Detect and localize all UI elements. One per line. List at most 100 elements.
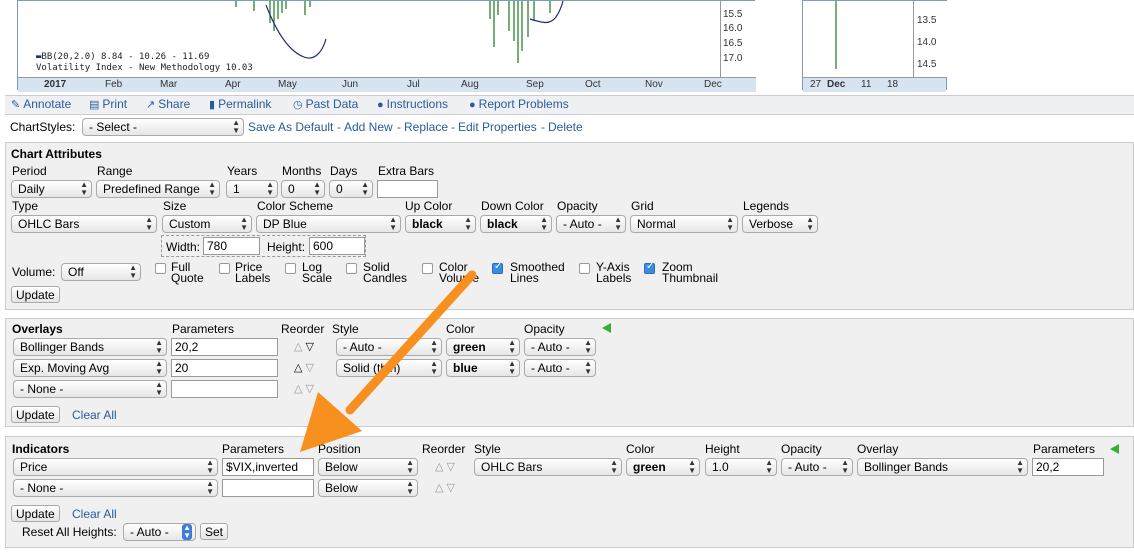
color-scheme-select[interactable]: DP Blue ▲ ▼ — [256, 215, 401, 233]
x-axis: 2017 Feb Mar Apr May Jun Jul Aug Sep Oct… — [18, 77, 756, 92]
overlay-color-select[interactable]: green ▲ ▼ — [446, 338, 520, 356]
grid-select[interactable]: Normal ▲ ▼ — [630, 215, 738, 233]
reset-heights-select[interactable]: - Auto - ▲ ▼ — [123, 523, 196, 541]
height-input[interactable]: 600 — [309, 237, 365, 255]
reorder-arrows[interactable]: △ ▽ — [294, 382, 314, 395]
overlay-opacity-select[interactable]: - Auto - ▲ ▼ — [524, 359, 596, 377]
collapse-triangle-icon[interactable] — [1110, 444, 1119, 454]
indicator-params-input[interactable] — [222, 479, 314, 497]
select-arrows-icon: ▲ ▼ — [540, 215, 548, 232]
overlay-style-select[interactable]: Solid (thin) ▲ ▼ — [336, 359, 442, 377]
indicator-overlay-parameters-label: Parameters — [1033, 442, 1096, 456]
months-label: Months — [282, 164, 322, 178]
range-select[interactable]: Predefined Range ▲ ▼ — [96, 180, 220, 198]
reorder-arrows[interactable]: △ ▽ — [294, 361, 314, 374]
select-arrows-icon: ▲ ▼ — [614, 215, 622, 232]
select-arrows-icon: ▲ ▼ — [182, 523, 192, 540]
indicator-overlay-params-input[interactable]: 20,2 — [1032, 458, 1104, 476]
select-arrows-icon: ▲ ▼ — [406, 458, 414, 475]
indicator-opacity-select[interactable]: - Auto - ▲ ▼ — [781, 458, 853, 476]
reorder-arrows[interactable]: △ ▽ — [435, 460, 455, 473]
indicator-color-select[interactable]: green ▲ ▼ — [626, 458, 700, 476]
indicator-select[interactable]: - None - ▲ ▼ — [13, 479, 218, 497]
width-input[interactable]: 780 — [203, 237, 260, 255]
chartstyles-label: ChartStyles: — [10, 120, 76, 134]
indicators-update-button[interactable]: Update — [11, 505, 60, 522]
size-select[interactable]: Custom ▲ ▼ — [162, 215, 252, 233]
y-axis-labels-checkbox[interactable] — [579, 263, 590, 274]
full-quote-checkbox[interactable] — [155, 263, 166, 274]
help-icon: ● — [469, 99, 476, 111]
edit-properties-link[interactable]: Edit Properties — [458, 120, 537, 134]
extra-bars-label: Extra Bars — [378, 164, 435, 178]
period-label: Period — [12, 164, 47, 178]
report-problems-link[interactable]: ● Report Problems — [469, 97, 569, 111]
solid-candles-checkbox[interactable] — [346, 263, 357, 274]
indicator-style-select[interactable]: OHLC Bars ▲ ▼ — [474, 458, 622, 476]
opacity-select[interactable]: - Auto - ▲ ▼ — [556, 215, 626, 233]
annotate-link[interactable]: ✎ Annotate — [11, 97, 71, 111]
overlay-params-input[interactable]: 20,2 — [171, 338, 278, 356]
indicator-params-input[interactable]: $VIX,inverted — [222, 458, 314, 476]
replace-link[interactable]: Replace — [404, 120, 448, 134]
volume-select[interactable]: Off ▲ ▼ — [61, 263, 141, 281]
down-color-select[interactable]: black ▲ ▼ — [480, 215, 552, 233]
set-button[interactable]: Set — [200, 523, 229, 540]
years-label: Years — [227, 164, 258, 178]
indicator-height-select[interactable]: 1.0 ▲ ▼ — [705, 458, 777, 476]
overlay-style-select[interactable]: - Auto - ▲ ▼ — [336, 338, 442, 356]
select-arrows-icon: ▲ ▼ — [1016, 458, 1024, 475]
log-scale-checkbox[interactable] — [285, 263, 296, 274]
select-arrows-icon: ▲ ▼ — [430, 338, 438, 355]
color-volume-checkbox[interactable] — [422, 263, 433, 274]
smoothed-lines-checkbox[interactable] — [492, 261, 503, 274]
overlay-select[interactable]: - None - ▲ ▼ — [13, 380, 167, 398]
share-link[interactable]: ↗ Share — [146, 97, 190, 111]
overlay-opacity-select[interactable]: - Auto - ▲ ▼ — [524, 338, 596, 356]
indicators-clear-all-link[interactable]: Clear All — [72, 507, 117, 521]
y-tick: 17.0 — [723, 53, 743, 64]
delete-link[interactable]: Delete — [548, 120, 583, 134]
chartstyles-select[interactable]: - Select - ▲ ▼ — [82, 118, 244, 136]
indicator-height-label: Height — [705, 442, 740, 456]
overlays-clear-all-link[interactable]: Clear All — [72, 408, 117, 422]
x-tick: Jun — [342, 79, 359, 90]
zoom-thumbnail-checkbox[interactable] — [644, 261, 655, 274]
select-arrows-icon: ▲ ▼ — [584, 359, 592, 376]
reorder-arrows[interactable]: △ ▽ — [435, 481, 455, 494]
instructions-link[interactable]: ● Instructions — [377, 97, 448, 111]
bollinger-band-line — [265, 4, 327, 59]
indicator-select[interactable]: Price ▲ ▼ — [13, 458, 218, 476]
overlay-color-select[interactable]: blue ▲ ▼ — [446, 359, 520, 377]
overlay-params-input[interactable] — [171, 380, 278, 398]
price-labels-checkbox[interactable] — [219, 263, 230, 274]
x-tick: Oct — [585, 79, 601, 90]
attributes-update-button[interactable]: Update — [11, 286, 60, 303]
overlay-select[interactable]: Bollinger Bands ▲ ▼ — [13, 338, 167, 356]
period-select[interactable]: Daily ▲ ▼ — [11, 180, 92, 198]
overlay-params-input[interactable]: 20 — [171, 359, 278, 377]
overlays-update-button[interactable]: Update — [11, 406, 60, 423]
permalink-link[interactable]: ▮ Permalink — [209, 97, 271, 111]
days-select[interactable]: 0 ▲ ▼ — [329, 180, 373, 198]
indicator-position-select[interactable]: Below ▲ ▼ — [318, 458, 418, 476]
extra-bars-input[interactable] — [377, 180, 438, 198]
past-data-link[interactable]: ◷ Past Data — [293, 97, 358, 111]
collapse-triangle-icon[interactable] — [602, 323, 611, 333]
indicator-overlay-select[interactable]: Bollinger Bands ▲ ▼ — [857, 458, 1028, 476]
select-arrows-icon: ▲ ▼ — [80, 180, 88, 197]
y-tick: 15.5 — [723, 9, 743, 20]
legends-select[interactable]: Verbose ▲ ▼ — [742, 215, 818, 233]
months-select[interactable]: 0 ▲ ▼ — [281, 180, 325, 198]
select-arrows-icon: ▲ ▼ — [726, 215, 734, 232]
type-select[interactable]: OHLC Bars ▲ ▼ — [11, 215, 157, 233]
up-color-select[interactable]: black ▲ ▼ — [405, 215, 476, 233]
print-link[interactable]: ▤ Print — [89, 97, 127, 111]
save-as-default-link[interactable]: Save As Default — [248, 120, 333, 134]
reorder-arrows[interactable]: △ ▽ — [294, 340, 314, 353]
years-select[interactable]: 1 ▲ ▼ — [226, 180, 278, 198]
select-arrows-icon: ▲ ▼ — [206, 479, 214, 496]
indicator-position-select[interactable]: Below ▲ ▼ — [318, 479, 418, 497]
add-new-link[interactable]: Add New — [344, 120, 393, 134]
overlay-select[interactable]: Exp. Moving Avg ▲ ▼ — [13, 359, 167, 377]
